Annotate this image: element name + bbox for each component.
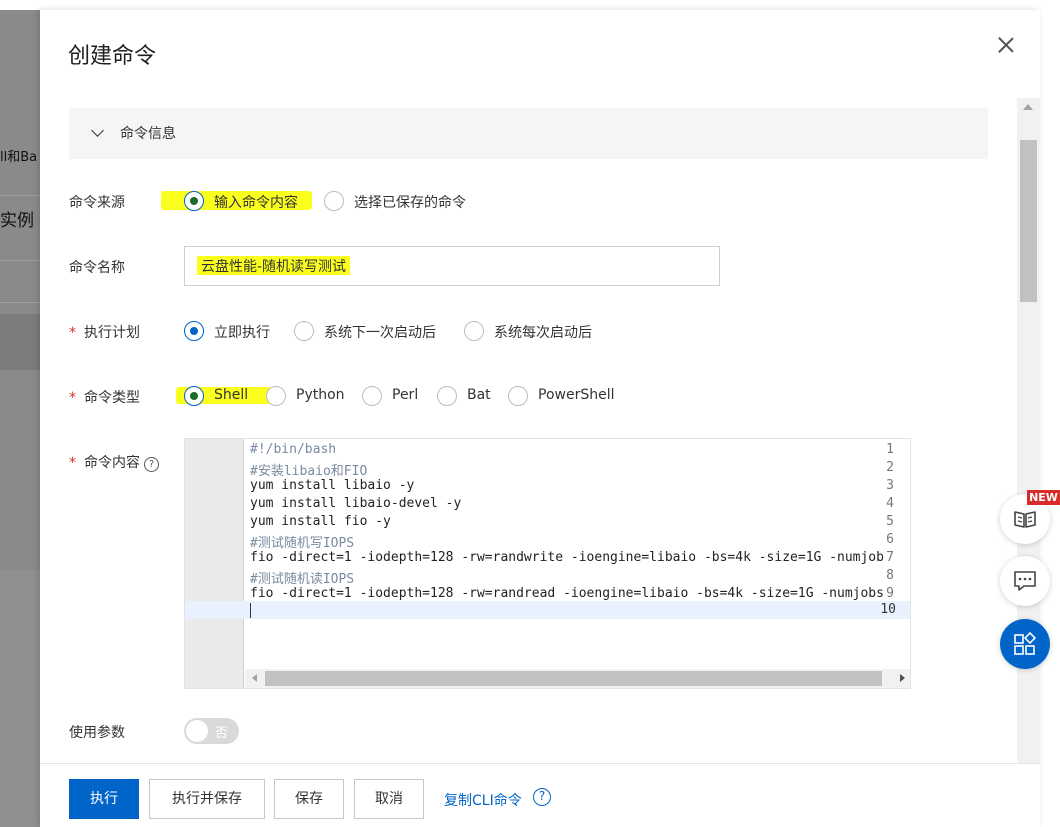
line-number: 5 [886, 514, 894, 529]
section-header-command-info[interactable]: 命令信息 [69, 108, 988, 159]
radio-label-type-perl[interactable]: Perl [392, 387, 418, 403]
apps-icon [1014, 631, 1037, 655]
run-and-save-button[interactable]: 执行并保存 [149, 779, 265, 819]
line-number: 7 [886, 550, 894, 565]
code-line: #!/bin/bash [250, 442, 337, 457]
line-number: 8 [886, 568, 894, 583]
code-line: #测试随机读IOPS [250, 572, 355, 587]
close-icon[interactable] [995, 34, 1017, 56]
help-icon[interactable]: ? [533, 788, 551, 806]
feedback-float-button[interactable] [1000, 556, 1050, 606]
radio-source-input[interactable] [184, 191, 204, 211]
background-divider [0, 195, 40, 196]
radio-schedule-now[interactable] [184, 321, 204, 341]
radio-label-type-python[interactable]: Python [296, 387, 345, 403]
scrollbar-thumb[interactable] [1020, 140, 1037, 302]
field-label-schedule: * 执行计划 [69, 322, 140, 342]
field-label-type: * 命令类型 [69, 387, 140, 407]
radio-label-type-shell[interactable]: Shell [214, 387, 248, 403]
run-button[interactable]: 执行 [69, 779, 139, 819]
scroll-left-arrow-icon[interactable] [252, 674, 257, 682]
toggle-knob [186, 720, 208, 742]
radio-label-source-input[interactable]: 输入命令内容 [214, 192, 298, 212]
code-line: fio -direct=1 -iodepth=128 -rw=randwrite… [250, 550, 884, 565]
copy-cli-link[interactable]: 复制CLI命令 [444, 790, 522, 810]
line-number: 4 [886, 496, 894, 511]
toggle-text: 否 [215, 726, 229, 741]
drawer-footer: 执行 执行并保存 保存 取消 复制CLI命令 ? [40, 763, 1040, 827]
line-number: 10 [880, 602, 896, 617]
chat-icon [1014, 571, 1036, 591]
radio-label-type-bat[interactable]: Bat [467, 387, 491, 403]
new-badge: NEW [1027, 490, 1060, 505]
code-editor[interactable]: 10 1 2 3 4 5 6 7 8 9 #!/bin/bash #安装liba… [184, 438, 911, 689]
radio-schedule-every-boot[interactable] [464, 321, 484, 341]
field-label-content: * 命令内容? [69, 452, 159, 472]
required-mark: * [69, 455, 76, 471]
text-caret [250, 603, 251, 618]
background-text-fragment: ll和Ba [0, 150, 38, 165]
code-line: yum install libaio -y [250, 478, 415, 493]
section-title: 命令信息 [120, 126, 176, 142]
radio-label-type-powershell[interactable]: PowerShell [538, 387, 614, 403]
background-text-fragment: 实例 [0, 211, 34, 231]
radio-type-python[interactable] [266, 386, 286, 406]
line-number: 6 [886, 532, 894, 547]
background-divider [0, 302, 40, 303]
code-line: #安装libaio和FIO [250, 464, 368, 479]
command-name-value: 云盘性能-随机读写测试 [197, 256, 351, 275]
line-number: 1 [886, 442, 894, 457]
cancel-button[interactable]: 取消 [354, 779, 424, 819]
radio-label-schedule-every-boot[interactable]: 系统每次启动后 [494, 322, 592, 342]
radio-label-source-saved[interactable]: 选择已保存的命令 [354, 192, 466, 212]
radio-type-bat[interactable] [437, 386, 457, 406]
radio-type-shell[interactable] [184, 386, 204, 406]
code-line: #测试随机写IOPS [250, 536, 355, 551]
radio-label-schedule-next-boot[interactable]: 系统下一次启动后 [324, 322, 436, 342]
radio-source-saved[interactable] [324, 191, 344, 211]
scroll-right-arrow-icon[interactable] [900, 674, 905, 682]
drawer-title: 创建命令 [68, 44, 157, 69]
field-label-content-text: 命令内容 [84, 455, 140, 471]
line-number-gutter [185, 439, 244, 688]
line-number: 2 [886, 460, 894, 475]
radio-type-powershell[interactable] [508, 386, 528, 406]
required-mark: * [69, 390, 76, 406]
code-line: yum install libaio-devel -y [250, 496, 462, 511]
save-button[interactable]: 保存 [274, 779, 344, 819]
code-line: yum install fio -y [250, 514, 391, 529]
background-lower-area [0, 570, 40, 827]
chevron-down-icon [91, 124, 104, 137]
line-number: 9 [886, 586, 894, 601]
horizontal-scrollbar[interactable] [245, 669, 910, 688]
scroll-up-arrow-icon[interactable] [1023, 104, 1033, 110]
apps-float-button[interactable] [1000, 619, 1050, 669]
line-number: 3 [886, 478, 894, 493]
field-label-schedule-text: 执行计划 [84, 325, 140, 341]
code-line: fio -direct=1 -iodepth=128 -rw=randread … [250, 586, 884, 601]
help-icon[interactable]: ? [144, 457, 159, 472]
active-line-highlight: 10 [185, 601, 910, 619]
field-label-source: 命令来源 [69, 195, 125, 211]
create-command-drawer: 创建命令 命令信息 命令来源 输入命令内容 选择已保存的命令 命令名称 云盘性能… [40, 10, 1040, 827]
radio-label-schedule-now[interactable]: 立即执行 [214, 322, 270, 342]
radio-schedule-next-boot[interactable] [294, 321, 314, 341]
background-divider [0, 260, 40, 261]
field-label-params: 使用参数 [69, 725, 125, 741]
horizontal-scrollbar-thumb[interactable] [265, 671, 882, 686]
use-params-toggle[interactable]: 否 [184, 718, 239, 744]
command-name-input[interactable]: 云盘性能-随机读写测试 [184, 246, 720, 286]
field-label-name: 命令名称 [69, 260, 125, 276]
background-cell [0, 314, 40, 370]
radio-type-perl[interactable] [362, 386, 382, 406]
field-label-type-text: 命令类型 [84, 390, 140, 406]
required-mark: * [69, 325, 76, 341]
